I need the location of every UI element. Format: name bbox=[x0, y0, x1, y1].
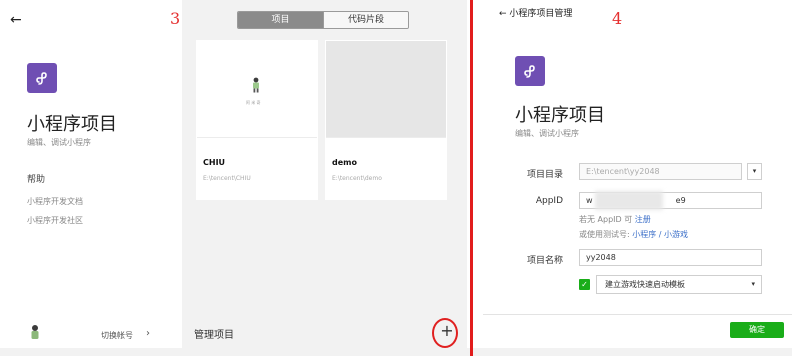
project-card[interactable]: demo E:\tencent\demo bbox=[325, 40, 447, 200]
bottom-strip bbox=[0, 348, 792, 356]
template-select-label: 建立游戏快速启动模板 bbox=[605, 280, 685, 289]
project-path: E:\tencent\demo bbox=[332, 175, 382, 182]
chevron-down-icon: ▾ bbox=[751, 280, 755, 288]
avatar[interactable] bbox=[29, 324, 41, 340]
appid-redaction bbox=[595, 191, 663, 210]
project-name: demo bbox=[332, 158, 357, 167]
mini-game-test-link[interactable]: 小游戏 bbox=[664, 230, 688, 239]
template-checkbox[interactable]: ✓ bbox=[579, 279, 590, 290]
tab-code-snippets[interactable]: 代码片段 bbox=[323, 12, 408, 28]
tab-projects[interactable]: 项目 bbox=[238, 12, 323, 28]
template-select[interactable]: 建立游戏快速启动模板 ▾ bbox=[596, 275, 762, 294]
plus-icon[interactable]: + bbox=[437, 322, 457, 342]
project-thumbnail: 阿 米 奇 bbox=[197, 41, 317, 138]
mini-program-test-link[interactable]: 小程序 bbox=[632, 230, 656, 239]
test-account-hint: 或使用测试号: 小程序 / 小游戏 bbox=[579, 229, 688, 240]
register-link[interactable]: 注册 bbox=[635, 215, 651, 224]
manage-projects-label: 管理项目 bbox=[194, 330, 234, 341]
project-card[interactable]: 阿 米 奇 CHIU E:\tencent\CHIU bbox=[196, 40, 318, 200]
breadcrumb-label: 小程序项目管理 bbox=[509, 9, 573, 19]
step-number-annotation: 4 bbox=[612, 9, 623, 28]
appid-hint-text: 若无 AppID 可 bbox=[579, 215, 633, 224]
help-heading: 帮助 bbox=[27, 175, 46, 185]
test-account-text: 或使用测试号: bbox=[579, 230, 630, 239]
breadcrumb[interactable]: ← 小程序项目管理 bbox=[499, 6, 572, 19]
back-arrow-icon[interactable]: ← bbox=[10, 12, 22, 28]
character-thumbnail-icon bbox=[253, 77, 259, 93]
link-separator: / bbox=[658, 230, 662, 239]
footer-divider bbox=[483, 314, 792, 315]
appid-prefix: w bbox=[586, 196, 593, 205]
directory-label: 项目目录 bbox=[526, 170, 563, 180]
chevron-right-icon: › bbox=[146, 328, 150, 339]
page-subtitle: 编辑、调试小程序 bbox=[27, 138, 91, 147]
chevron-down-icon[interactable]: ▾ bbox=[747, 163, 762, 180]
mini-program-logo-icon bbox=[515, 56, 545, 86]
project-path: E:\tencent\CHIU bbox=[203, 175, 251, 182]
page-subtitle: 编辑、调试小程序 bbox=[515, 129, 579, 138]
help-link-community[interactable]: 小程序开发社区 bbox=[27, 215, 83, 226]
mini-program-logo-icon bbox=[27, 63, 57, 93]
appid-hint: 若无 AppID 可 注册 bbox=[579, 214, 651, 225]
appid-label: AppID bbox=[535, 196, 563, 206]
divider-annotation bbox=[470, 0, 473, 356]
project-name-field[interactable]: yy2048 bbox=[579, 249, 762, 266]
help-link-docs[interactable]: 小程序开发文档 bbox=[27, 196, 83, 207]
page-title: 小程序项目 bbox=[515, 105, 605, 126]
project-name: CHIU bbox=[203, 158, 226, 167]
project-name-label: 项目名称 bbox=[526, 256, 563, 266]
tab-bar: 项目 代码片段 bbox=[237, 11, 409, 29]
switch-account-link[interactable]: 切换帐号 bbox=[101, 330, 133, 341]
appid-suffix: e9 bbox=[675, 196, 686, 205]
thumbnail-caption: 阿 米 奇 bbox=[246, 100, 261, 105]
page-title: 小程序项目 bbox=[27, 114, 117, 135]
project-thumbnail bbox=[326, 41, 446, 138]
back-arrow-icon[interactable]: ← bbox=[499, 9, 507, 19]
directory-field[interactable]: E:\tencent\yy2048 bbox=[579, 163, 742, 180]
confirm-button[interactable]: 确定 bbox=[730, 322, 784, 338]
step-number-annotation: 3 bbox=[170, 9, 181, 28]
